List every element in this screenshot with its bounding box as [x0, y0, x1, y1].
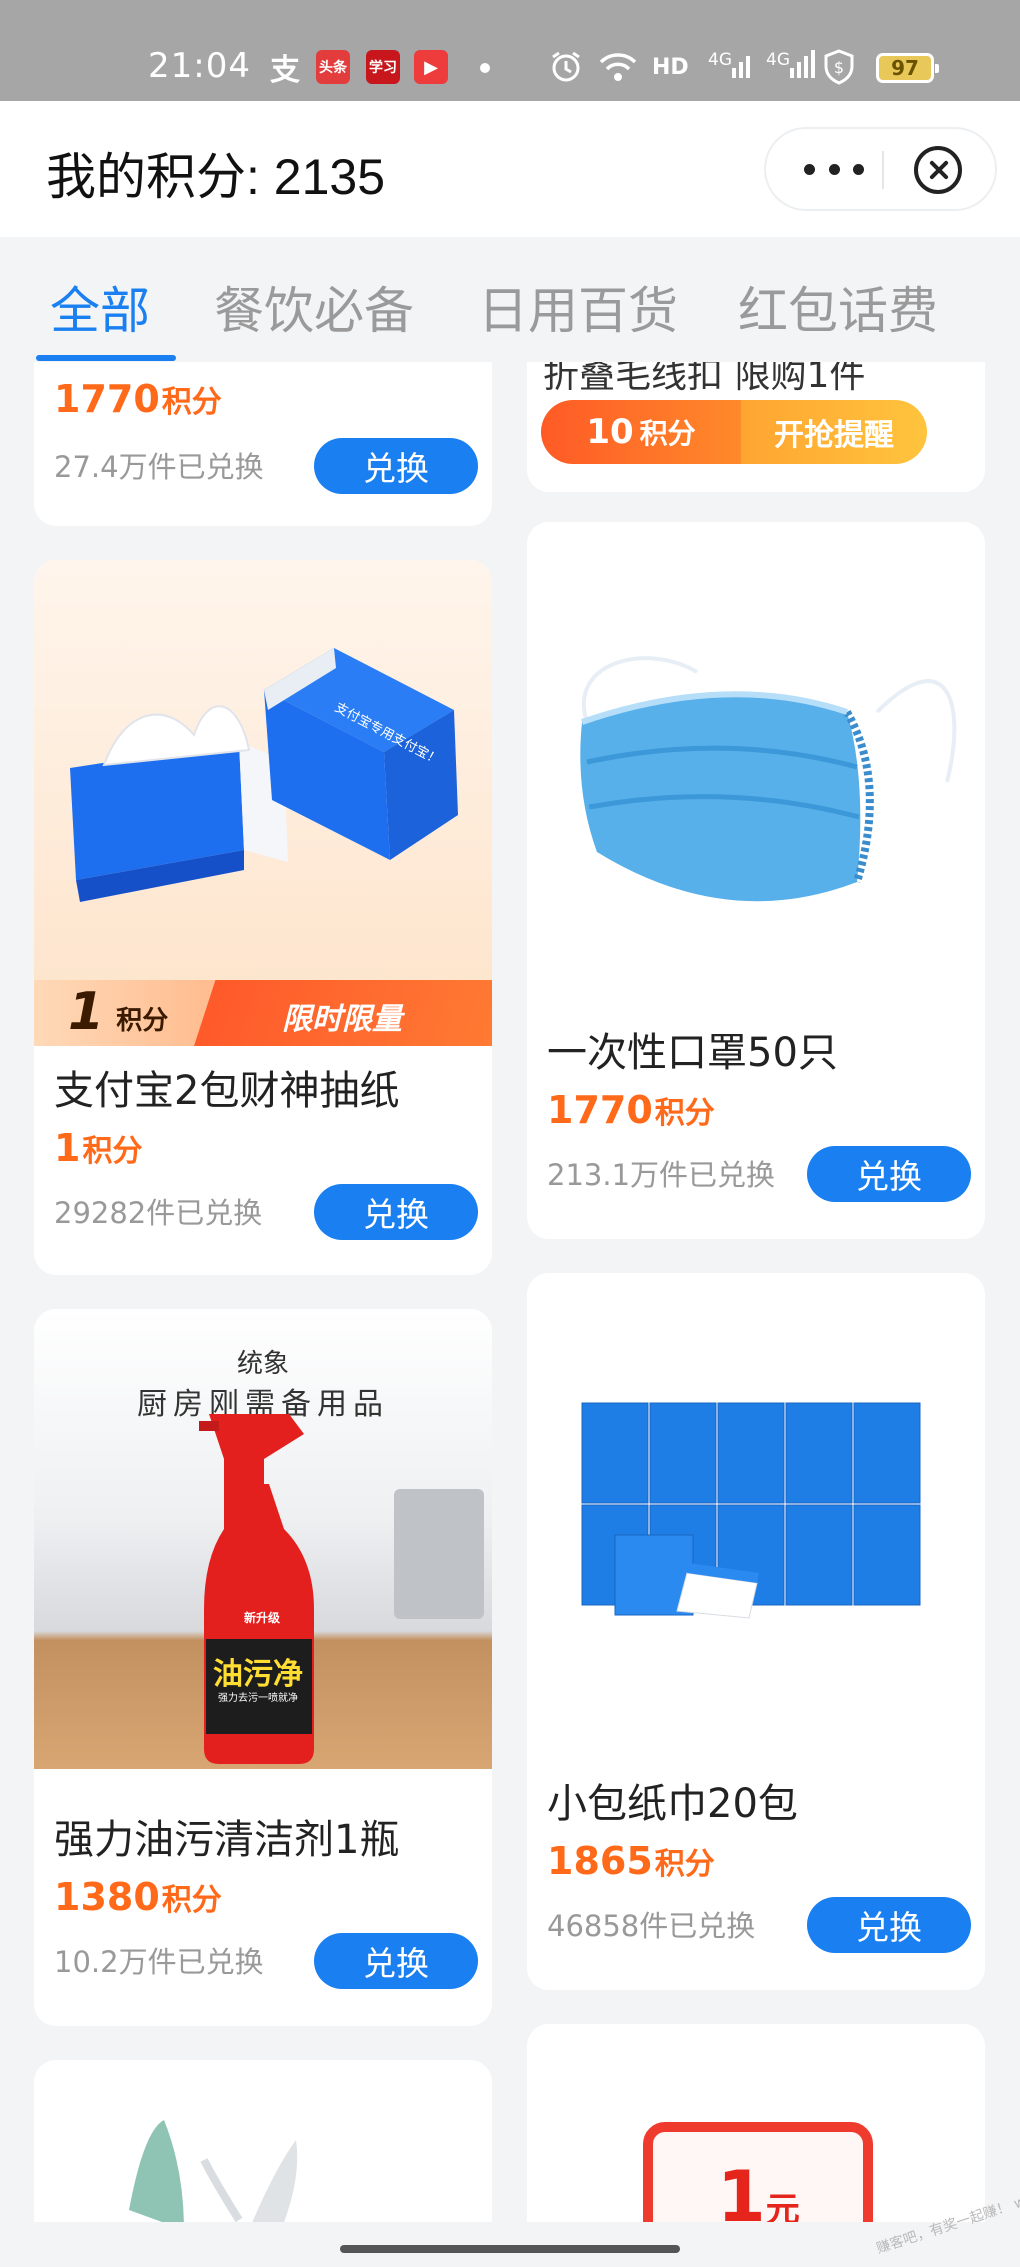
capsule-divider [882, 151, 884, 189]
red-packet-image: 1元 [643, 2122, 873, 2222]
card-points: 1积分 [54, 1126, 143, 1170]
battery-icon: 97 [876, 53, 939, 83]
card-title: 强力油污清洁剂1瓶 [54, 1817, 400, 1863]
card-points: 1770积分 [54, 377, 222, 421]
network-4g-label-2: 4G [766, 50, 790, 70]
product-card[interactable]: 小包纸巾20包 1865积分 46858件已兑换 兑换 [527, 1273, 985, 1990]
video-app-icon: ▶ [414, 50, 448, 84]
limited-tag: 1 积分 限时限量 [34, 980, 492, 1046]
home-indicator[interactable] [340, 2245, 680, 2253]
product-image [527, 522, 985, 1022]
redeem-button[interactable]: 兑换 [314, 438, 478, 494]
tab-all[interactable]: 全部 [50, 271, 150, 343]
category-tabs: 全部 餐饮必备 日用百货 红包话费 [0, 237, 1020, 362]
tag-limited-label: 限时限量 [282, 1002, 402, 1037]
status-time: 21:04 [148, 46, 251, 86]
product-card[interactable]: 统象 厨房刚需备用品 油污净 强力去污一喷就净 新升级 强力油污清洁剂1瓶 13… [34, 1309, 492, 2026]
card-sold-count: 27.4万件已兑换 [54, 450, 264, 484]
wifi-icon [598, 50, 638, 84]
card-sold-count: 213.1万件已兑换 [547, 1158, 776, 1192]
card-title: 一次性口罩50只 [547, 1030, 838, 1076]
scissors-illustration [129, 2120, 298, 2222]
bottle-badge: 新升级 [244, 1611, 281, 1625]
card-sold-count: 29282件已兑换 [54, 1196, 263, 1230]
network-4g-label: 4G [708, 50, 732, 70]
mini-program-header: 我的积分: 2135 [0, 101, 1020, 237]
alarm-icon [548, 50, 584, 84]
network-4g-icon-2: 4G [766, 50, 820, 84]
points-balance-title: 我的积分: 2135 [46, 149, 386, 205]
redeem-button[interactable]: 兑换 [314, 1933, 478, 1989]
product-card[interactable]: 1元 [527, 2024, 985, 2222]
card-points: 1770积分 [547, 1088, 715, 1132]
card-sold-count: 10.2万件已兑换 [54, 1945, 264, 1979]
notification-dot-icon [480, 63, 490, 73]
red-packet-unit: 元 [765, 2190, 800, 2222]
card-title: 支付宝2包财神抽纸 [54, 1068, 400, 1114]
xuexi-app-icon: 学习 [366, 50, 400, 84]
card-points: 1380积分 [54, 1875, 222, 1919]
card-points: 1865积分 [547, 1839, 715, 1883]
tag-points: 1 积分 [68, 982, 169, 1042]
tab-dining[interactable]: 餐饮必备 [214, 271, 414, 343]
tab-daily-goods[interactable]: 日用百货 [478, 271, 678, 343]
remind-bar[interactable]: 10 积分 开抢提醒 [541, 400, 927, 464]
card-title: 小包纸巾20包 [547, 1781, 798, 1827]
network-4g-icon: 4G [708, 50, 756, 84]
product-image [527, 1273, 985, 1773]
redeem-button[interactable]: 兑换 [807, 1146, 971, 1202]
toutiao-app-icon: 头条 [316, 50, 350, 84]
redeem-button[interactable]: 兑换 [314, 1184, 478, 1240]
status-bar: 21:04 支 头条 学习 ▶ HD 4G 4G $ 97 [0, 0, 1020, 101]
product-image: 支付宝专用支付宝！ [34, 560, 492, 1046]
alipay-app-icon: 支 [270, 53, 300, 88]
tissue-box-illustration: 支付宝专用支付宝！ [70, 648, 458, 902]
bottle-sub-label: 强力去污一喷就净 [218, 1693, 298, 1704]
tab-redpacket-phone[interactable]: 红包话费 [738, 271, 938, 343]
svg-text:$: $ [834, 58, 844, 77]
redeem-button[interactable]: 兑换 [807, 1897, 971, 1953]
product-card[interactable]: 一次性口罩50只 1770积分 213.1万件已兑换 兑换 [527, 522, 985, 1239]
face-mask-illustration [580, 656, 957, 902]
card-title: 折叠毛线扣 限购1件 [543, 362, 866, 396]
pocket-tissue-illustration [581, 1402, 921, 1619]
capsule-menu [764, 127, 997, 211]
bottle-label: 油污净 [213, 1657, 303, 1692]
card-sold-count: 46858件已兑换 [547, 1909, 756, 1943]
product-card[interactable]: 折叠毛线扣 限购1件 10 积分 开抢提醒 [527, 362, 985, 492]
product-image: 统象 厨房刚需备用品 油污净 强力去污一喷就净 新升级 [34, 1309, 492, 1769]
hd-icon: HD [652, 54, 689, 80]
remind-points: 10 积分 [541, 400, 741, 464]
product-card[interactable] [34, 2060, 492, 2222]
product-card[interactable]: 支付宝专用支付宝！ 1 积分 限时限量 支付宝2包财神抽纸 1积分 29282件已… [34, 560, 492, 1275]
shield-dollar-icon: $ [822, 49, 856, 85]
tab-active-indicator [36, 355, 176, 361]
product-grid: 1770积分 27.4万件已兑换 兑换 折叠毛线扣 限购1件 10 积分 开抢提醒 [0, 362, 1020, 2222]
more-icon[interactable] [804, 147, 864, 191]
remind-button[interactable]: 开抢提醒 [741, 400, 927, 464]
red-packet-value: 1 [717, 2156, 766, 2222]
product-card[interactable]: 1770积分 27.4万件已兑换 兑换 [34, 362, 492, 526]
close-icon[interactable] [914, 146, 962, 194]
